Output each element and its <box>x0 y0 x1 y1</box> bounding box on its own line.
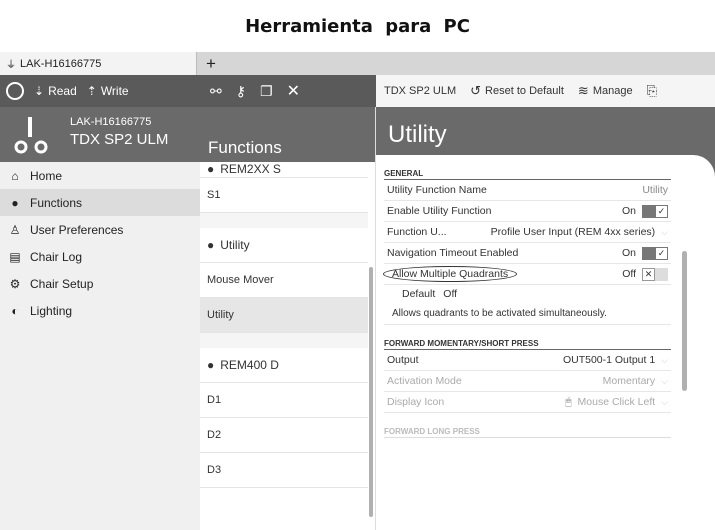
functions-icon: ● <box>11 195 19 210</box>
reset-default-button[interactable]: ↺ Reset to Default <box>470 83 564 99</box>
functions-scrollbar[interactable] <box>369 267 373 517</box>
display-icon-select[interactable]: Mouse Click Left <box>578 396 656 408</box>
setting-row-function-user-input[interactable]: Function U... Profile User Input (REM 4x… <box>384 222 671 243</box>
group-utility[interactable]: ● Utility <box>200 228 368 263</box>
section-forward-momentary: FORWARD MOMENTARY/SHORT PRESS <box>384 335 671 350</box>
check-icon: ✓ <box>655 246 668 260</box>
tab-strip: ⏚ LAK-H16166775 + <box>0 52 715 75</box>
device-group-icon: ● <box>207 358 215 372</box>
sidebar-nav: ⌂ Home ● Functions ♙ User Preferences ▤ … <box>0 162 200 324</box>
highlighted-label: Allow Multiple Quadrants <box>383 266 518 282</box>
functions-list: ● REM2XX S S1 ● Utility Mouse Mover Util… <box>200 160 368 488</box>
device-id: LAK-H16166775 <box>70 116 152 128</box>
multiple-quadrants-toggle[interactable]: ✕ <box>642 267 668 281</box>
utility-scrollbar[interactable] <box>682 251 687 391</box>
read-button[interactable]: ⇣ Read <box>34 84 77 98</box>
function-item-d3[interactable]: D3 <box>200 453 368 488</box>
manage-button[interactable]: ≋ Manage <box>578 83 633 99</box>
new-tab-button[interactable]: + <box>202 52 220 75</box>
setting-row-output[interactable]: Output OUT500-1 Output 1 ⌵ <box>384 350 671 371</box>
x-icon: ✕ <box>642 267 655 281</box>
list-gap <box>200 333 368 348</box>
write-icon: ⇡ <box>86 84 97 98</box>
wheelchair-logo-icon <box>14 117 48 154</box>
function-user-input-select[interactable]: Profile User Input (REM 4xx series) <box>491 226 656 238</box>
key-icon[interactable]: ⚷ <box>236 83 246 100</box>
enable-toggle[interactable]: ✓ <box>642 204 668 218</box>
usb-icon: ⏚ <box>6 60 16 71</box>
sidebar: LAK-H16166775 TDX SP2 ULM ⌂ Home ● Funct… <box>0 107 200 530</box>
default-value-line: Default Off <box>402 288 458 300</box>
lighting-icon: ◐ <box>11 303 19 318</box>
device-group-icon: ● <box>207 238 215 252</box>
setting-row-enable[interactable]: Enable Utility Function On ✓ <box>384 201 671 222</box>
utility-panel: Utility GENERAL Utility Function Name Ut… <box>376 107 715 530</box>
function-item-utility[interactable]: Utility <box>200 298 368 333</box>
function-item-s1[interactable]: S1 <box>200 178 368 213</box>
layers-icon: ≋ <box>577 83 589 98</box>
clipboard-icon[interactable]: ⎘ <box>647 83 657 99</box>
device-model: TDX SP2 ULM <box>70 131 169 148</box>
section-general: GENERAL <box>384 165 671 180</box>
functions-header: Functions <box>200 107 375 162</box>
utility-title: Utility <box>388 121 447 148</box>
utility-card: GENERAL Utility Function Name Utility En… <box>376 155 715 530</box>
navigation-timeout-toggle[interactable]: ✓ <box>642 246 668 260</box>
page-caption: Herramienta para PC <box>245 15 470 37</box>
write-button[interactable]: ⇡ Write <box>87 84 129 98</box>
mouse-icon: 🖱 <box>565 395 572 408</box>
home-icon: ⌂ <box>11 168 19 183</box>
sidebar-item-functions[interactable]: ● Functions <box>0 189 200 216</box>
name-value[interactable]: Utility <box>642 184 668 196</box>
chevron-down-icon: ⌵ <box>661 375 668 386</box>
sidebar-item-home[interactable]: ⌂ Home <box>0 162 200 189</box>
setting-description: Allows quadrants to be activated simulta… <box>384 303 671 325</box>
list-gap <box>200 213 368 228</box>
chevron-down-icon: ⌵ <box>661 354 668 365</box>
section-forward-long-press: FORWARD LONG PRESS <box>384 423 671 438</box>
reset-icon: ↺ <box>470 83 482 98</box>
setting-row-display-icon[interactable]: Display Icon 🖱 Mouse Click Left ⌵ <box>384 392 671 413</box>
menu-circle-icon[interactable] <box>6 82 24 100</box>
tab-label: LAK-H16166775 <box>20 57 102 70</box>
setting-row-activation-mode[interactable]: Activation Mode Momentary ⌵ <box>384 371 671 392</box>
sidebar-item-user-preferences[interactable]: ♙ User Preferences <box>0 216 200 243</box>
function-item-d2[interactable]: D2 <box>200 418 368 453</box>
chair-setup-icon: ⚙ <box>9 276 21 291</box>
sidebar-item-chair-log[interactable]: ▤ Chair Log <box>0 243 200 270</box>
check-icon: ✓ <box>655 204 668 218</box>
device-header: LAK-H16166775 TDX SP2 ULM <box>0 107 200 162</box>
toolbar: ⇣ Read ⇡ Write ⚯ ⚷ ❐ ✕ TDX SP2 ULM ↺ Res… <box>0 75 715 107</box>
device-group-icon: ● <box>207 161 215 176</box>
function-item-d1[interactable]: D1 <box>200 383 368 418</box>
setting-row-allow-multiple-quadrants[interactable]: Allow Multiple Quadrants Off ✕ <box>383 264 671 285</box>
app-window: ⏚ LAK-H16166775 + ⇣ Read ⇡ Write ⚯ ⚷ ❐ ✕… <box>0 52 715 530</box>
tab-device[interactable]: ⏚ LAK-H16166775 <box>0 52 197 75</box>
read-icon: ⇣ <box>34 84 45 98</box>
group-rem400-d[interactable]: ● REM400 D <box>200 348 368 383</box>
chevron-down-icon: ⌵ <box>661 396 668 407</box>
user-icon: ♙ <box>9 222 21 237</box>
setting-row-navigation-timeout[interactable]: Navigation Timeout Enabled On ✓ <box>384 243 671 264</box>
close-icon[interactable]: ✕ <box>287 81 300 101</box>
setting-row-name[interactable]: Utility Function Name Utility <box>384 180 671 201</box>
output-select[interactable]: OUT500-1 Output 1 <box>563 354 655 366</box>
device-dropdown[interactable]: TDX SP2 ULM <box>384 85 456 97</box>
link-icon[interactable]: ⚯ <box>210 83 222 100</box>
function-item-mouse-mover[interactable]: Mouse Mover <box>200 263 368 298</box>
sidebar-item-lighting[interactable]: ◐ Lighting <box>0 297 200 324</box>
clipboard-icon: ▤ <box>9 249 21 264</box>
copy-icon[interactable]: ❐ <box>260 83 273 100</box>
activation-mode-select[interactable]: Momentary <box>603 375 656 387</box>
group-rem2xx-s[interactable]: ● REM2XX S <box>200 160 368 178</box>
chevron-down-icon: ⌵ <box>661 226 668 237</box>
functions-column: ● REM2XX S S1 ● Utility Mouse Mover Util… <box>200 107 376 530</box>
sidebar-item-chair-setup[interactable]: ⚙ Chair Setup <box>0 270 200 297</box>
